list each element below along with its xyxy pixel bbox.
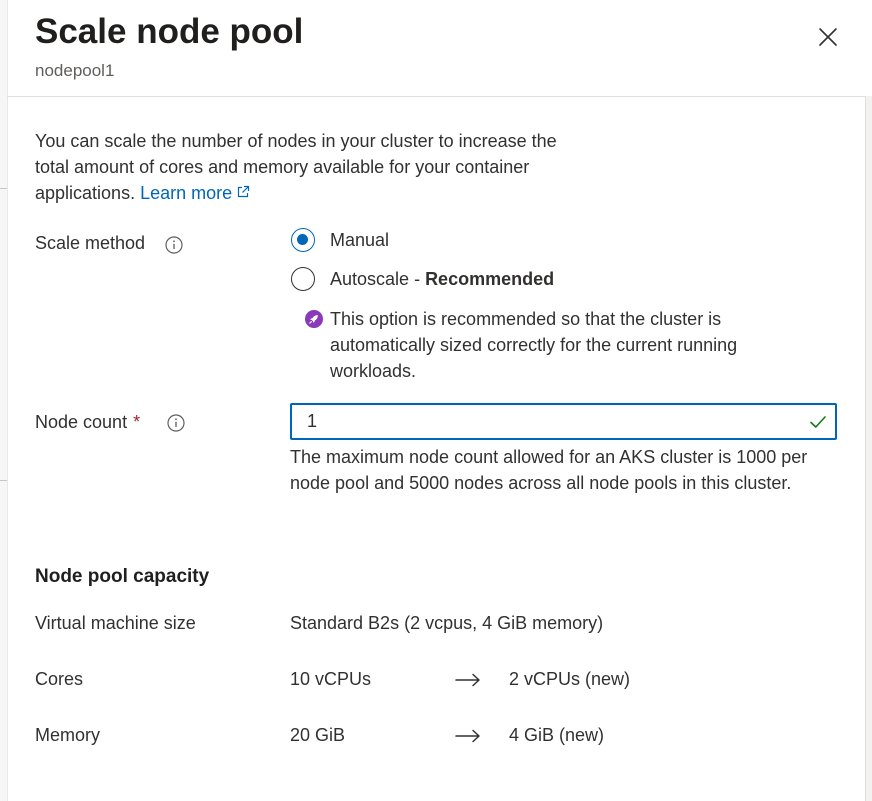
learn-more-label: Learn more — [140, 183, 233, 203]
vm-size-value: Standard B2s (2 vcpus, 4 GiB memory) — [290, 613, 604, 633]
panel-subtitle: nodepool1 — [35, 61, 115, 80]
cores-current-value: 10 vCPUs — [290, 669, 372, 689]
cores-new-value: 2 vCPUs (new) — [509, 669, 631, 689]
intro-description: You can scale the number of nodes in you… — [35, 128, 575, 206]
cores-label: Cores — [35, 669, 84, 689]
external-link-icon — [238, 185, 250, 198]
required-marker: * — [133, 412, 141, 432]
scale-node-pool-panel: Scale node pool nodepool1 You can scale … — [0, 0, 872, 801]
scale-method-label: Scale method — [35, 233, 146, 253]
radio-autoscale-label: Autoscale — [330, 268, 410, 289]
radio-autoscale-indicator[interactable] — [291, 267, 315, 291]
memory-new-value: 4 GiB (new) — [509, 725, 605, 745]
arrow-right-icon — [455, 729, 480, 743]
node-count-input[interactable] — [292, 405, 835, 438]
scrollbar[interactable] — [865, 96, 872, 801]
info-icon[interactable] — [165, 236, 183, 254]
arrow-right-icon — [455, 673, 480, 687]
close-button[interactable] — [812, 21, 844, 53]
radio-manual-label: Manual — [330, 229, 390, 250]
learn-more-link[interactable]: Learn more — [140, 183, 250, 203]
capacity-section-title: Node pool capacity — [35, 566, 210, 587]
radio-manual-indicator[interactable] — [291, 228, 315, 252]
radio-autoscale-separator: - — [409, 268, 426, 289]
node-count-hint: The maximum node count allowed for an AK… — [290, 447, 808, 493]
node-count-field[interactable] — [290, 403, 837, 440]
checkmark-icon — [810, 416, 826, 428]
node-count-label: Node count * — [35, 412, 140, 433]
close-icon — [819, 28, 837, 46]
recommended-tag: Recommended — [425, 268, 555, 289]
radio-autoscale[interactable]: Autoscale - Recommended — [291, 267, 554, 291]
header-divider — [7, 96, 866, 97]
memory-current-value: 20 GiB — [290, 725, 346, 745]
background-blade-edge — [0, 0, 8, 801]
recommendation-text: This option is recommended so that the c… — [330, 309, 738, 381]
background-divider — [0, 188, 7, 189]
info-icon[interactable] — [167, 414, 185, 432]
recommendation-note: This option is recommended so that the c… — [305, 306, 805, 384]
background-divider — [0, 480, 7, 481]
intro-text: You can scale the number of nodes in you… — [35, 131, 557, 203]
radio-manual[interactable]: Manual — [291, 228, 389, 252]
rocket-icon — [305, 310, 323, 328]
node-count-label-text: Node count — [35, 412, 128, 432]
vm-size-label: Virtual machine size — [35, 613, 196, 633]
memory-label: Memory — [35, 725, 101, 745]
panel-title: Scale node pool — [35, 12, 304, 51]
